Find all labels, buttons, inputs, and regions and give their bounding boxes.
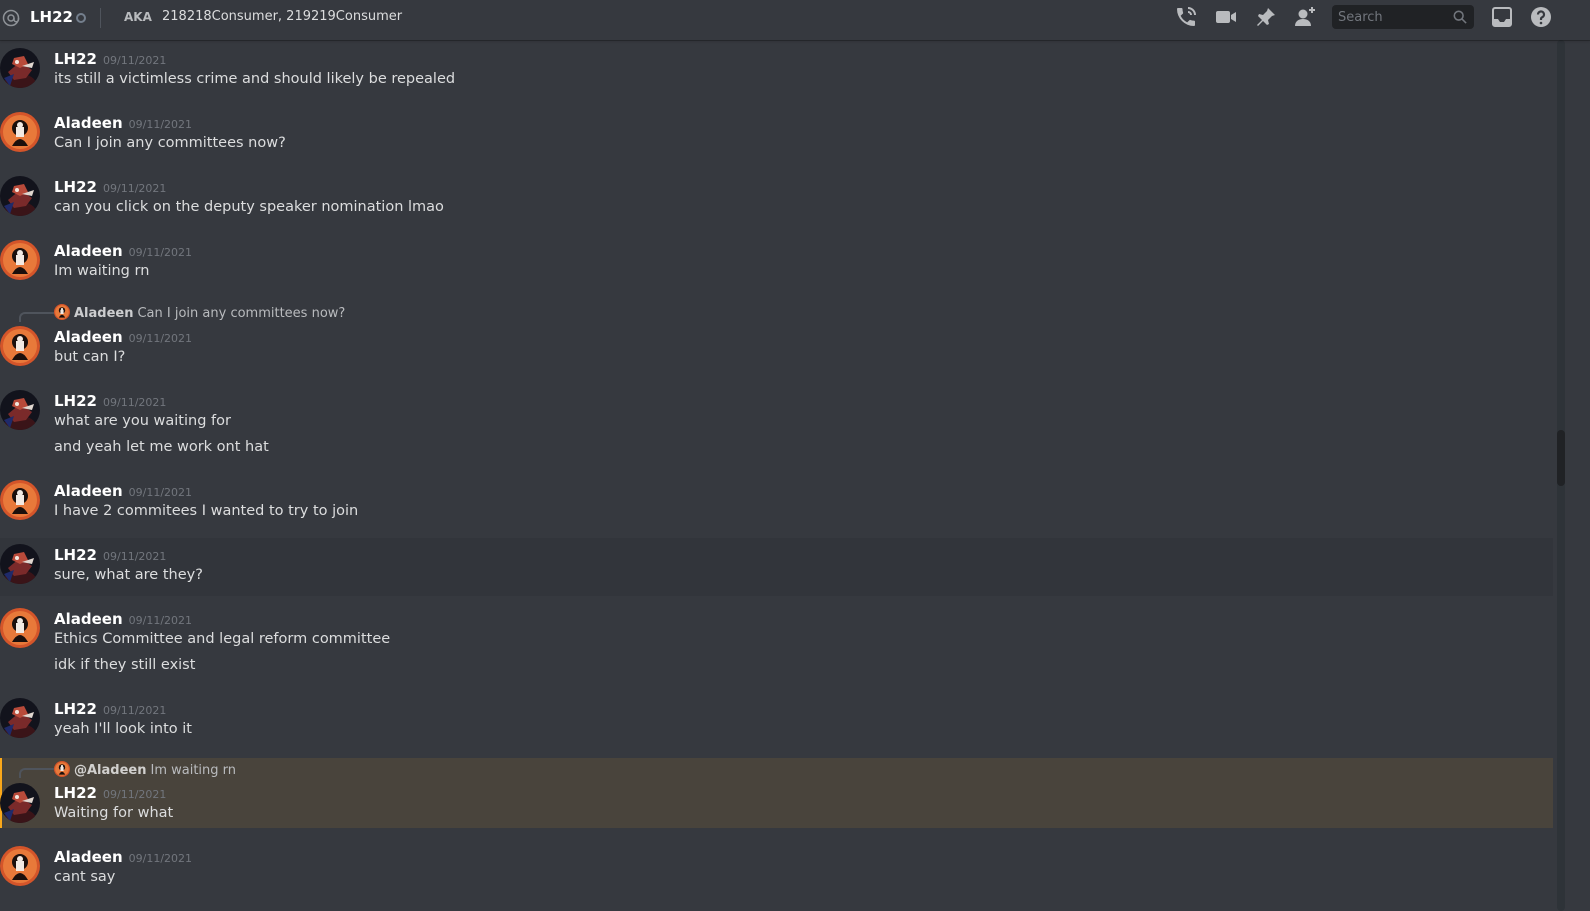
avatar[interactable] [0, 326, 40, 366]
message-timestamp: 09/11/2021 [103, 182, 167, 195]
message-timestamp: 09/11/2021 [103, 54, 167, 67]
message-author[interactable]: Aladeen [54, 482, 123, 500]
inbox-icon[interactable] [1490, 5, 1514, 29]
message-timestamp: 09/11/2021 [103, 550, 167, 563]
reply-spine [19, 768, 54, 778]
message-timestamp: 09/11/2021 [103, 396, 167, 409]
message-content: Im waiting rn [54, 263, 150, 279]
message-author[interactable]: Aladeen [54, 848, 123, 866]
call-icon[interactable] [1174, 5, 1198, 29]
message-timestamp: 09/11/2021 [128, 852, 193, 865]
message-content: what are you waiting for [54, 413, 231, 429]
message[interactable]: Aladeen 09/11/2021 Im waiting rn [0, 234, 1553, 290]
message-content: Can I join any committees now? [54, 135, 286, 151]
status-indicator-icon [76, 13, 86, 23]
message-content: I have 2 commitees I wanted to try to jo… [54, 503, 359, 519]
message-author[interactable]: LH22 [54, 392, 97, 410]
message-timestamp: 09/11/2021 [103, 788, 167, 801]
reply-reference[interactable]: @Aladeen Im waiting rn [54, 761, 236, 779]
message[interactable]: Aladeen 09/11/2021 Ethics Committee and l… [0, 602, 1553, 682]
header-divider [100, 8, 101, 28]
reply-avatar [54, 304, 70, 320]
message-content: yeah I'll look into it [54, 721, 192, 737]
message[interactable]: Aladeen Can I join any committees now? Al… [0, 298, 1553, 374]
message-author[interactable]: Aladeen [54, 610, 123, 628]
avatar[interactable] [0, 846, 40, 886]
channel-header: LH22 AKA 218218Consumer, 219219Consumer [0, 0, 1590, 40]
message-author[interactable]: Aladeen [54, 114, 123, 132]
message-content: its still a victimless crime and should … [54, 71, 456, 87]
avatar[interactable] [0, 783, 40, 823]
search-icon[interactable] [1453, 10, 1467, 24]
message[interactable]: LH22 09/11/2021 yeah I'll look into it [0, 692, 1553, 748]
message-content: Ethics Committee and legal reform commit… [54, 631, 391, 647]
at-icon [2, 9, 20, 27]
message-timestamp: 09/11/2021 [103, 704, 167, 717]
video-icon[interactable] [1214, 5, 1238, 29]
mentioned-message[interactable]: @Aladeen Im waiting rn LH22 09/11/2021 Wai… [0, 758, 1553, 828]
message-content: Waiting for what [54, 805, 174, 821]
message-content: sure, what are they? [54, 567, 203, 583]
message-author[interactable]: LH22 [54, 546, 97, 564]
reply-reference[interactable]: Aladeen Can I join any committees now? [54, 304, 345, 322]
aka-names: 218218Consumer, 219219Consumer [162, 9, 403, 24]
avatar[interactable] [0, 240, 40, 280]
pin-icon[interactable] [1254, 5, 1278, 29]
search-input[interactable] [1332, 5, 1450, 29]
message[interactable]: LH22 09/11/2021 sure, what are they? [0, 538, 1553, 596]
reply-text[interactable]: Can I join any committees now? [137, 306, 345, 321]
avatar[interactable] [0, 480, 40, 520]
scrollbar-thumb[interactable] [1557, 430, 1565, 486]
message[interactable]: LH22 09/11/2021 what are you waiting for … [0, 384, 1553, 464]
message-timestamp: 09/11/2021 [128, 118, 193, 131]
avatar[interactable] [0, 390, 40, 430]
avatar[interactable] [0, 176, 40, 216]
search-box[interactable] [1332, 5, 1474, 29]
message-content: but can I? [54, 349, 126, 365]
message-list[interactable]: LH22 09/11/2021 its still a victimless cr… [0, 40, 1553, 911]
message[interactable]: Aladeen 09/11/2021 Can I join any committ… [0, 106, 1553, 162]
message[interactable]: LH22 09/11/2021 its still a victimless cr… [0, 42, 1553, 98]
message-author[interactable]: Aladeen [54, 242, 123, 260]
dm-window: LH22 AKA 218218Consumer, 219219Consumer [0, 0, 1590, 911]
message-timestamp: 09/11/2021 [128, 614, 193, 627]
aka-label: AKA [124, 10, 152, 24]
message-author[interactable]: Aladeen [54, 328, 123, 346]
reply-avatar [54, 761, 70, 777]
message-author[interactable]: LH22 [54, 784, 97, 802]
reply-spine [19, 312, 54, 322]
message-timestamp: 09/11/2021 [128, 332, 193, 345]
avatar[interactable] [0, 544, 40, 584]
message-content: idk if they still exist [54, 657, 196, 673]
message-timestamp: 09/11/2021 [128, 246, 193, 259]
avatar[interactable] [0, 48, 40, 88]
reply-author[interactable]: @Aladeen [74, 763, 146, 778]
help-icon[interactable] [1529, 5, 1553, 29]
add-friend-icon[interactable] [1293, 5, 1317, 29]
message[interactable]: Aladeen 09/11/2021 I have 2 commitees I w… [0, 474, 1553, 530]
avatar[interactable] [0, 608, 40, 648]
message-timestamp: 09/11/2021 [128, 486, 193, 499]
message-author[interactable]: LH22 [54, 50, 97, 68]
message-content: cant say [54, 869, 116, 885]
message-author[interactable]: LH22 [54, 178, 97, 196]
avatar[interactable] [0, 112, 40, 152]
reply-text[interactable]: Im waiting rn [150, 763, 236, 778]
message-content: and yeah let me work ont hat [54, 439, 269, 455]
message[interactable]: Aladeen 09/11/2021 cant say [0, 842, 1553, 902]
channel-title: LH22 [30, 8, 73, 26]
avatar[interactable] [0, 698, 40, 738]
message-author[interactable]: LH22 [54, 700, 97, 718]
message-content: can you click on the deputy speaker nomi… [54, 199, 444, 215]
reply-author[interactable]: Aladeen [74, 306, 133, 321]
message[interactable]: LH22 09/11/2021 can you click on the depu… [0, 170, 1553, 226]
